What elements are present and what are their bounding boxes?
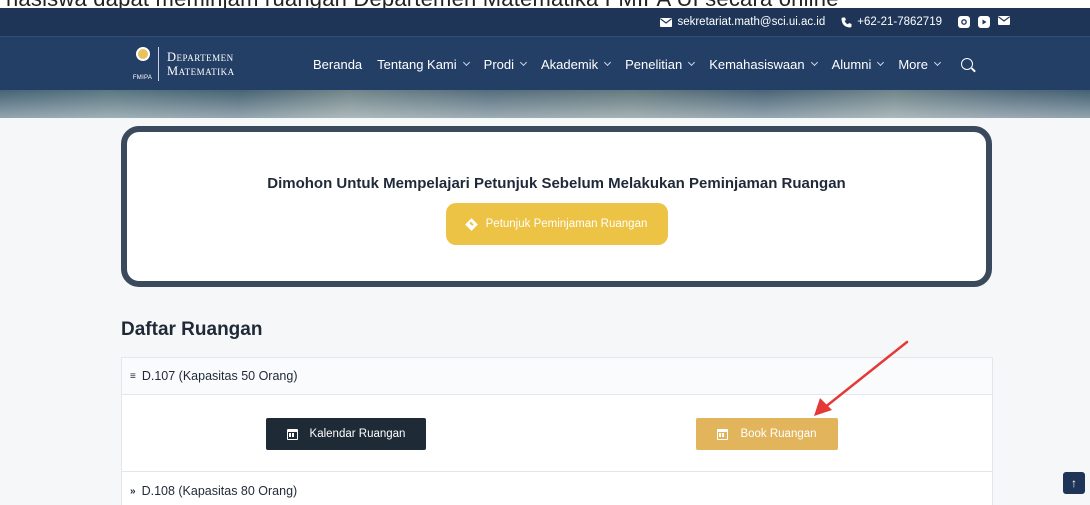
brand-logo-link[interactable]: FMIPA Departemen Matematika bbox=[133, 47, 235, 81]
contact-email[interactable]: sekretariat.math@sci.ui.ac.id bbox=[660, 16, 825, 28]
search-icon[interactable] bbox=[960, 58, 973, 70]
nav-kemahasiswaan[interactable]: Kemahasiswaan bbox=[709, 57, 818, 72]
chevron-down-icon bbox=[810, 58, 818, 67]
brand-name: Departemen Matematika bbox=[167, 50, 235, 78]
chevron-down-icon bbox=[933, 58, 942, 67]
room-calendar-label: Kalendar Ruangan bbox=[309, 428, 406, 440]
chevron-down-icon bbox=[519, 58, 528, 67]
instagram-icon[interactable] bbox=[958, 16, 970, 28]
calendar-icon bbox=[286, 428, 298, 440]
room-calendar-button[interactable]: Kalendar Ruangan bbox=[266, 418, 426, 450]
brand-fmipa: FMIPA bbox=[132, 75, 153, 81]
calendar-check-icon bbox=[717, 428, 729, 440]
chevron-down-icon bbox=[462, 58, 470, 67]
youtube-icon[interactable] bbox=[978, 16, 990, 28]
room-accordion-d108: » D.108 (Kapasitas 80 Orang) bbox=[121, 471, 993, 505]
cropped-caption: nasiswa dapat meminjam ruangan Departeme… bbox=[0, 0, 1090, 8]
arrow-up-icon: ↑ bbox=[1071, 476, 1077, 490]
scroll-to-top-button[interactable]: ↑ bbox=[1063, 472, 1085, 494]
room-label: D.107 (Kapasitas 50 Orang) bbox=[141, 369, 298, 383]
main-navbar: FMIPA Departemen Matematika Beranda Tent… bbox=[0, 36, 1090, 90]
mail-icon bbox=[660, 17, 673, 27]
nav-more[interactable]: More bbox=[898, 57, 942, 72]
contact-email-text: sekretariat.math@sci.ui.ac.id bbox=[677, 16, 826, 28]
phone-icon bbox=[841, 17, 852, 27]
notice-title: Dimohon Untuk Mempelajari Petunjuk Sebel… bbox=[267, 175, 846, 192]
room-label: D.108 (Kapasitas 80 Orang) bbox=[141, 484, 298, 498]
caption-text: nasiswa dapat meminjam ruangan Departeme… bbox=[6, 0, 839, 8]
nav-prodi[interactable]: Prodi bbox=[484, 57, 528, 72]
room-accordion-header[interactable]: » D.108 (Kapasitas 80 Orang) bbox=[122, 472, 992, 505]
nav-beranda[interactable]: Beranda bbox=[313, 57, 362, 72]
university-seal-icon: FMIPA bbox=[133, 47, 159, 81]
book-room-label: Book Ruangan bbox=[740, 428, 817, 440]
room-list-title: Daftar Ruangan bbox=[121, 319, 263, 340]
envelope-icon[interactable] bbox=[998, 16, 1010, 28]
hero-banner-image bbox=[0, 90, 1090, 118]
nav-tentang-kami[interactable]: Tentang Kami bbox=[377, 57, 470, 72]
double-chevron-down-icon: ≡ bbox=[130, 370, 136, 382]
chevron-down-icon bbox=[877, 58, 885, 67]
brand-line-1: Departemen bbox=[167, 50, 234, 64]
nav-penelitian[interactable]: Penelitian bbox=[625, 57, 696, 72]
booking-guide-button[interactable]: Petunjuk Peminjaman Ruangan bbox=[446, 203, 668, 245]
booking-guide-label: Petunjuk Peminjaman Ruangan bbox=[485, 218, 648, 230]
chevron-down-icon bbox=[604, 58, 612, 67]
nav-alumni[interactable]: Alumni bbox=[832, 57, 885, 72]
nav-akademik[interactable]: Akademik bbox=[541, 57, 612, 72]
contact-bar: sekretariat.math@sci.ui.ac.id +62-21-786… bbox=[0, 8, 1090, 36]
notice-card: Dimohon Untuk Mempelajari Petunjuk Sebel… bbox=[121, 126, 992, 287]
book-room-button[interactable]: Book Ruangan bbox=[696, 418, 838, 450]
chevron-down-icon bbox=[688, 58, 696, 67]
brand-line-2: Matematika bbox=[167, 64, 235, 78]
direction-diamond-icon bbox=[464, 217, 478, 231]
annotation-arrow bbox=[814, 340, 909, 416]
contact-phone-text: +62-21-7862719 bbox=[857, 16, 942, 28]
double-chevron-right-icon: » bbox=[130, 485, 136, 497]
contact-phone[interactable]: +62-21-7862719 bbox=[841, 16, 942, 28]
